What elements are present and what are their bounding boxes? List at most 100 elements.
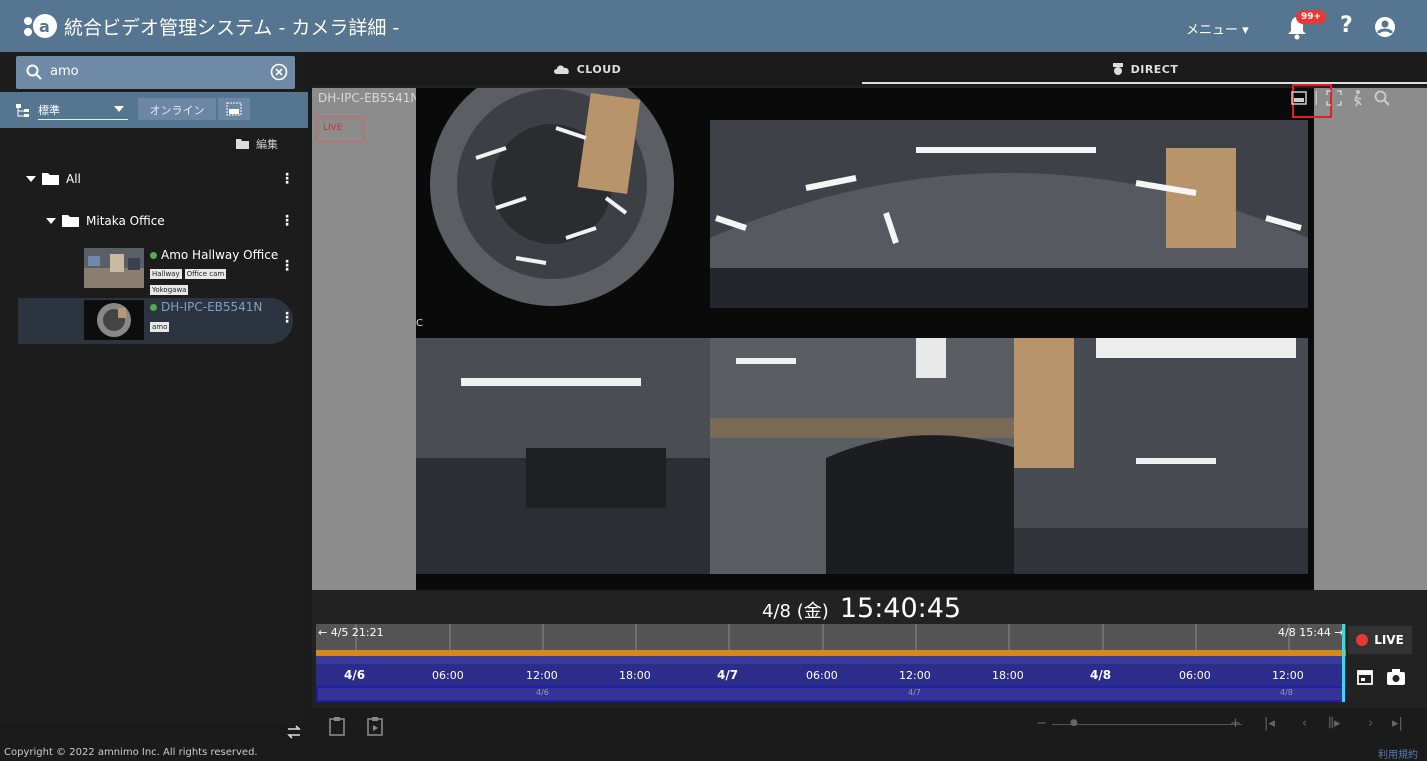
camera-direct-icon [1112,63,1123,75]
online-status-dot [150,304,157,311]
search-value: amo [50,64,79,79]
bottom-toolbar: − ● + |◂ ‹ ⫼▸ › ▸| [312,708,1427,742]
tree-view-icon [16,104,29,117]
more-options-mitaka[interactable]: ⋮ [280,213,294,229]
zoom-slider-handle[interactable]: ● [1070,718,1078,728]
search-input[interactable]: amo [16,56,295,89]
day-label: 4/6 [536,688,549,697]
axis-label: 4/8 [1090,668,1112,682]
grid-toggle-button[interactable] [218,98,250,120]
step-forward-icon[interactable]: › [1368,716,1373,731]
svg-text:a: a [39,17,50,36]
tab-direct-label: DIRECT [1130,62,1179,76]
day-label: 4/8 [1280,688,1293,697]
tree-label-all: All [66,172,81,186]
step-back-icon[interactable]: ‹ [1302,716,1307,731]
edit-label: 編集 [256,138,278,151]
fullscreen-icon[interactable] [1325,89,1343,107]
current-time: 15:40:45 [839,593,962,624]
calendar-icon[interactable] [1356,668,1374,686]
timeline-gridlines [355,624,1290,650]
active-tab-indicator [862,82,1427,84]
camera-tags: Hallway Office cam [150,265,278,279]
online-filter-button[interactable]: オンライン [138,98,216,120]
view-mode-select[interactable]: 標準 [38,98,128,120]
play-speed-icon[interactable]: ⫼▸ [1328,716,1341,731]
search-icon [26,64,42,80]
tab-cloud[interactable]: CLOUD [312,52,862,86]
camera-name: DH-IPC-EB5541N amo [150,300,262,332]
zoom-icon[interactable] [1373,89,1391,107]
account-icon[interactable] [1374,16,1396,38]
caret-down-icon [46,218,56,224]
axis-label: 18:00 [992,669,1024,682]
caret-down-icon [26,176,36,182]
camera-thumbnail [84,300,144,340]
more-options-camera[interactable]: ⋮ [280,310,294,326]
zoom-out-button[interactable]: − [1036,716,1047,731]
main-panel: CLOUD DIRECT DH-IPC-EB5541N LIVE C | 4/8… [312,52,1427,742]
camera-tag: amo [150,322,170,332]
cloud-icon [553,65,569,74]
tree-label-mitaka: Mitaka Office [86,214,165,228]
snapshot-icon[interactable] [1386,668,1406,686]
menu-button[interactable]: メニュー ▾ [1186,19,1249,38]
zoom-slider[interactable] [1052,724,1242,725]
live-button-label: LIVE [1374,633,1404,647]
layout-icon[interactable] [1290,89,1308,107]
terms-link[interactable]: 利用規約 [1378,746,1418,761]
timeline[interactable]: ← 4/5 21:21 4/8 15:44 → 4/6 06:00 12:00 … [316,624,1346,704]
folder-edit-icon [236,139,249,149]
camera-name-text: DH-IPC-EB5541N [161,300,263,314]
more-options-camera[interactable]: ⋮ [280,258,294,274]
camera-tags-row2: Yokogawa [150,281,278,295]
axis-label: 12:00 [899,669,931,682]
axis-label: 06:00 [1179,669,1211,682]
motion-detect-icon[interactable] [1349,89,1367,107]
axis-label: 12:00 [1272,669,1304,682]
live-dot-icon [1356,634,1369,646]
camera-tag: Office cam [184,269,227,279]
axis-label: 18:00 [619,669,651,682]
online-status-dot [150,252,157,259]
grid-icon [226,102,242,116]
camera-tags: amo [150,318,262,332]
live-tag: LIVE [316,116,364,142]
clipboard-play-icon[interactable] [366,716,384,736]
top-bar: a 統合ビデオ管理システム - カメラ詳細 - メニュー ▾ 99+ ? [0,0,1427,52]
corner-label: C [416,318,423,329]
playhead-cursor[interactable] [1342,624,1345,702]
axis-label: 06:00 [806,669,838,682]
timeline-ticks [316,656,1346,670]
camera-name-text: Amo Hallway Office [161,248,279,262]
clipboard-icon[interactable] [328,716,346,736]
camera-item-dh-ipc[interactable]: DH-IPC-EB5541N amo ⋮ [18,298,294,344]
zoom-in-button[interactable]: + [1230,716,1241,731]
day-overview-bar: 4/6 4/7 4/8 [316,686,1346,702]
axis-label: 06:00 [432,669,464,682]
camera-thumbnail [84,248,144,288]
live-button[interactable]: LIVE [1348,626,1412,654]
tab-direct[interactable]: DIRECT [862,52,1427,86]
range-end-label: 4/8 15:44 → [1278,626,1344,639]
video-feed[interactable]: C [416,88,1314,590]
camera-toolbar: | [1290,89,1391,107]
toolbar-divider: | [1314,90,1319,106]
help-icon[interactable]: ? [1340,13,1353,38]
more-options-all[interactable]: ⋮ [280,171,294,187]
tree-node-all[interactable]: All [26,172,81,186]
camera-tag: Hallway [150,269,182,279]
tree-node-mitaka[interactable]: Mitaka Office [46,214,165,228]
edit-tree-button[interactable]: 編集 [236,136,278,152]
app-logo-icon: a [24,14,57,38]
copyright-text: Copyright © 2022 amnimo Inc. All rights … [4,747,258,758]
camera-item-amo-hallway[interactable]: Amo Hallway Office Hallway Office cam Yok… [18,246,294,295]
skip-start-icon[interactable]: |◂ [1264,716,1275,731]
current-date: 4/8 (金) [762,601,829,622]
axis-label: 12:00 [526,669,558,682]
clear-search-icon[interactable] [270,63,288,81]
swap-icon[interactable] [286,724,302,740]
view-tabs: CLOUD DIRECT [312,52,1427,86]
view-mode-value: 標準 [38,104,60,117]
skip-end-icon[interactable]: ▸| [1392,716,1403,731]
